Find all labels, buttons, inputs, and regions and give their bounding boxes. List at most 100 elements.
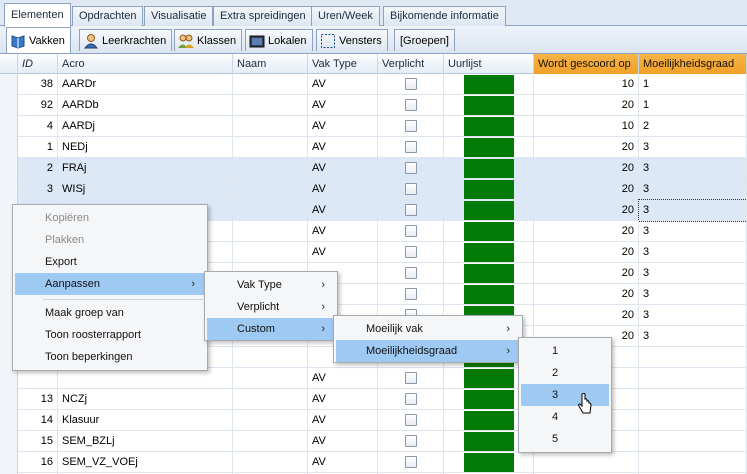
verplicht-checkbox[interactable]: [405, 162, 417, 174]
menu-graad-5[interactable]: 5: [521, 428, 609, 450]
cell-id[interactable]: 38: [18, 74, 58, 95]
cell-naam[interactable]: [233, 116, 308, 137]
cell-wordt-gescoord-op[interactable]: 20: [534, 284, 639, 305]
cell-uurlijst[interactable]: [444, 200, 534, 221]
cell-naam[interactable]: [233, 242, 308, 263]
cell-moeilijkheidsgraad[interactable]: 3: [639, 158, 747, 179]
cell-uurlijst[interactable]: [444, 179, 534, 200]
header-verplicht[interactable]: Verplicht: [378, 54, 444, 74]
table-row[interactable]: 3 WISj AV 20 3: [0, 179, 747, 200]
row-indicator[interactable]: [0, 158, 18, 179]
cell-uurlijst[interactable]: [444, 74, 534, 95]
tab-opdrachten[interactable]: Opdrachten: [72, 6, 144, 26]
table-row[interactable]: 92 AARDb AV 20 1: [0, 95, 747, 116]
table-row[interactable]: AV: [0, 368, 747, 389]
cell-naam[interactable]: [233, 347, 308, 368]
row-indicator[interactable]: [0, 431, 18, 452]
menu-maak-groep-van[interactable]: Maak groep van: [15, 302, 205, 324]
row-indicator[interactable]: [0, 137, 18, 158]
header-uurlijst[interactable]: Uurlijst: [444, 54, 534, 74]
tab-groepen[interactable]: [Groepen]: [394, 29, 455, 51]
menu-vak-type[interactable]: Vak Type ›: [207, 274, 335, 296]
cell-moeilijkheidsgraad[interactable]: 3: [639, 137, 747, 158]
row-indicator[interactable]: [0, 368, 18, 389]
table-row[interactable]: 2 FRAj AV 20 3: [0, 158, 747, 179]
menu-toon-roosterrapport[interactable]: Toon roosterrapport: [15, 324, 205, 346]
tab-bijkomende-informatie[interactable]: Bijkomende informatie: [383, 6, 506, 26]
cell-moeilijkheidsgraad[interactable]: 1: [639, 74, 747, 95]
cell-acro[interactable]: AARDr: [58, 74, 233, 95]
menu-verplicht[interactable]: Verplicht ›: [207, 296, 335, 318]
cell-moeilijkheidsgraad[interactable]: [639, 368, 747, 389]
cell-id[interactable]: 13: [18, 389, 58, 410]
cell-vak-type[interactable]: AV: [308, 410, 378, 431]
cell-id[interactable]: 3: [18, 179, 58, 200]
tab-lokalen[interactable]: Lokalen: [245, 29, 313, 51]
row-indicator[interactable]: [0, 95, 18, 116]
menu-kopieren[interactable]: Kopiëren: [15, 207, 205, 229]
cell-naam[interactable]: [233, 95, 308, 116]
cell-id[interactable]: 92: [18, 95, 58, 116]
cell-acro[interactable]: Klasuur: [58, 410, 233, 431]
cell-wordt-gescoord-op[interactable]: 20: [534, 263, 639, 284]
table-row[interactable]: 13 NCZj AV: [0, 389, 747, 410]
cell-id[interactable]: 2: [18, 158, 58, 179]
cell-acro[interactable]: [58, 368, 233, 389]
cell-naam[interactable]: [233, 368, 308, 389]
cell-vak-type[interactable]: AV: [308, 137, 378, 158]
tab-elementen[interactable]: Elementen: [4, 3, 71, 27]
cell-naam[interactable]: [233, 158, 308, 179]
cell-acro[interactable]: SEM_VZ_VOEj: [58, 452, 233, 473]
cell-wordt-gescoord-op[interactable]: 20: [534, 95, 639, 116]
cell-uurlijst[interactable]: [444, 116, 534, 137]
cell-naam[interactable]: [233, 179, 308, 200]
verplicht-checkbox[interactable]: [405, 288, 417, 300]
menu-plakken[interactable]: Plakken: [15, 229, 205, 251]
cell-acro[interactable]: AARDj: [58, 116, 233, 137]
verplicht-checkbox[interactable]: [405, 225, 417, 237]
table-row[interactable]: 14 Klasuur AV: [0, 410, 747, 431]
header-wordt-gescoord-op[interactable]: Wordt gescoord op: [534, 54, 639, 74]
cell-moeilijkheidsgraad[interactable]: [639, 431, 747, 452]
cell-verplicht[interactable]: [378, 200, 444, 221]
menu-moeilijk-vak[interactable]: Moeilijk vak ›: [336, 318, 520, 340]
menu-toon-beperkingen[interactable]: Toon beperkingen: [15, 346, 205, 368]
cell-wordt-gescoord-op[interactable]: 20: [534, 200, 639, 221]
cell-moeilijkheidsgraad[interactable]: 3: [639, 179, 747, 200]
table-row[interactable]: 1 NEDj AV 20 3: [0, 137, 747, 158]
cell-verplicht[interactable]: [378, 137, 444, 158]
cell-uurlijst[interactable]: [444, 221, 534, 242]
cell-id[interactable]: 4: [18, 116, 58, 137]
cell-naam[interactable]: [233, 200, 308, 221]
cell-verplicht[interactable]: [378, 410, 444, 431]
cell-verplicht[interactable]: [378, 368, 444, 389]
cell-vak-type[interactable]: AV: [308, 368, 378, 389]
tab-leerkrachten[interactable]: Leerkrachten: [79, 29, 173, 51]
cell-moeilijkheidsgraad[interactable]: [639, 452, 747, 473]
cell-verplicht[interactable]: [378, 242, 444, 263]
cell-moeilijkheidsgraad[interactable]: 1: [639, 95, 747, 116]
verplicht-checkbox[interactable]: [405, 141, 417, 153]
cell-acro[interactable]: FRAj: [58, 158, 233, 179]
tab-extra-spreidingen[interactable]: Extra spreidingen: [213, 6, 313, 26]
cell-vak-type[interactable]: AV: [308, 158, 378, 179]
cell-moeilijkheidsgraad[interactable]: 3: [639, 326, 747, 347]
cell-verplicht[interactable]: [378, 263, 444, 284]
row-indicator[interactable]: [0, 389, 18, 410]
cell-uurlijst[interactable]: [444, 452, 534, 473]
table-row[interactable]: 15 SEM_BZLj AV: [0, 431, 747, 452]
cell-id[interactable]: 15: [18, 431, 58, 452]
cell-verplicht[interactable]: [378, 116, 444, 137]
menu-aanpassen[interactable]: Aanpassen ›: [15, 273, 205, 295]
cell-verplicht[interactable]: [378, 95, 444, 116]
cell-uurlijst[interactable]: [444, 242, 534, 263]
verplicht-checkbox[interactable]: [405, 456, 417, 468]
verplicht-checkbox[interactable]: [405, 393, 417, 405]
cell-uurlijst[interactable]: [444, 263, 534, 284]
cell-verplicht[interactable]: [378, 221, 444, 242]
menu-graad-4[interactable]: 4: [521, 406, 609, 428]
cell-vak-type[interactable]: AV: [308, 242, 378, 263]
cell-verplicht[interactable]: [378, 179, 444, 200]
cell-naam[interactable]: [233, 137, 308, 158]
menu-moeilijkheidsgraad[interactable]: Moeilijkheidsgraad ›: [336, 340, 520, 362]
